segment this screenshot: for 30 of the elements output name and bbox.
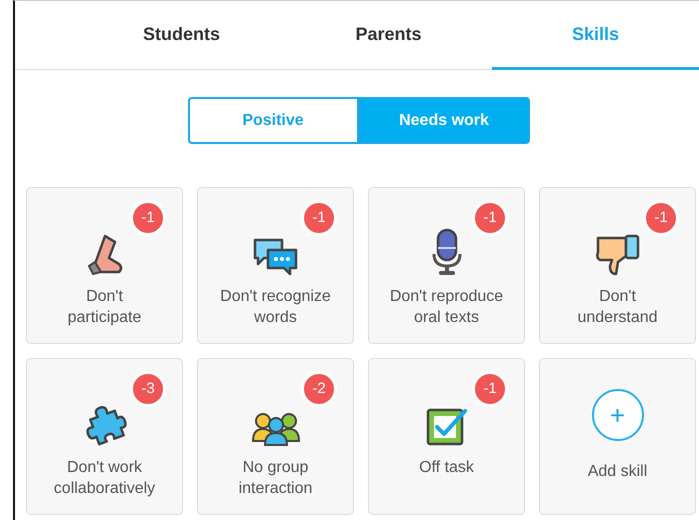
point-badge: -1 xyxy=(643,200,679,236)
skill-label: Don't understand xyxy=(577,287,658,328)
microphone-icon xyxy=(430,228,464,276)
tab[interactable]: Students xyxy=(78,1,285,70)
skill-card[interactable]: Don't reproduce oral texts -1 xyxy=(368,187,525,344)
skill-card[interactable]: Off task -1 xyxy=(368,358,525,515)
point-badge: -2 xyxy=(301,371,337,407)
skill-label: Off task xyxy=(419,458,474,478)
skill-label: Add skill xyxy=(588,462,648,482)
tab[interactable]: Parents xyxy=(285,1,492,70)
thumbs-down-icon xyxy=(594,232,642,276)
skill-card[interactable]: Don't participate -1 xyxy=(26,187,183,344)
skill-label: Don't recognize words xyxy=(220,287,331,328)
skill-card[interactable]: Don't recognize words -1 xyxy=(197,187,354,344)
point-badge: -3 xyxy=(130,371,166,407)
people-group-icon xyxy=(250,411,300,447)
skill-card[interactable]: Don't work collaboratively -3 xyxy=(26,358,183,515)
skill-label: No group interaction xyxy=(238,458,312,499)
point-badge: -1 xyxy=(130,200,166,236)
plus-icon: + xyxy=(592,389,644,441)
skill-label: Don't participate xyxy=(68,287,142,328)
point-badge: -1 xyxy=(472,200,508,236)
point-badge: -1 xyxy=(301,200,337,236)
skill-label: Don't work collaboratively xyxy=(54,458,156,499)
chat-bubbles-icon xyxy=(252,236,300,276)
skill-card[interactable]: No group interaction -2 xyxy=(197,358,354,515)
point-badge: -1 xyxy=(472,371,508,407)
skill-label: Don't reproduce oral texts xyxy=(390,287,504,328)
add-skill-card[interactable]: + Add skill xyxy=(539,358,696,515)
skill-card[interactable]: Don't understand -1 xyxy=(539,187,696,344)
